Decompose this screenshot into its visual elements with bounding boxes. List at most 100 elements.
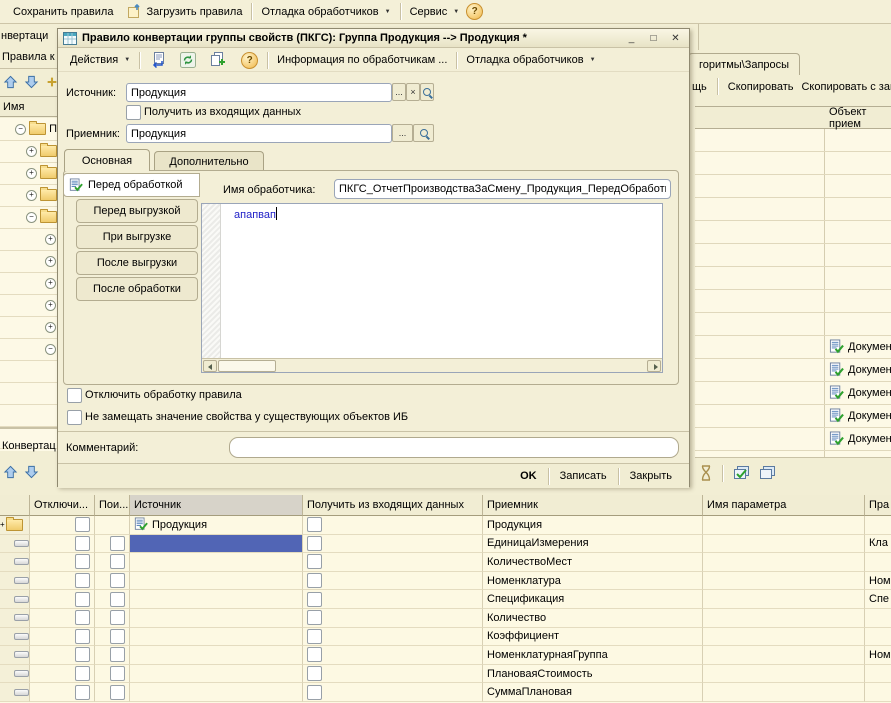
source-cell[interactable]	[130, 646, 303, 665]
debug-handlers-menu[interactable]: Отладка обработчиков ▼	[254, 1, 397, 23]
disable-rule-checkbox[interactable]	[67, 388, 82, 403]
table-row[interactable]	[695, 267, 891, 290]
table-row[interactable]	[695, 198, 891, 221]
expand-icon[interactable]: +	[26, 168, 37, 179]
rule-cell[interactable]: Кла	[865, 535, 891, 554]
receiver-cell[interactable]: Продукция	[483, 516, 703, 535]
event-tab-before-processing[interactable]: Перед обработкой	[63, 173, 200, 197]
move-down-icon[interactable]	[24, 74, 39, 90]
event-tab-before-unload[interactable]: Перед выгрузкой	[76, 199, 198, 223]
rule-cell[interactable]: Ном	[865, 572, 891, 591]
dialog-help-button[interactable]: ?	[234, 49, 265, 71]
collapse-icon[interactable]: −	[45, 344, 56, 355]
copy-checked-windows-icon[interactable]	[733, 465, 751, 481]
incoming-cell[interactable]	[303, 572, 483, 591]
search-checkbox[interactable]	[110, 629, 125, 644]
param-cell[interactable]	[703, 628, 865, 647]
search-checkbox[interactable]	[110, 536, 125, 551]
expand-icon[interactable]: +	[45, 300, 56, 311]
incoming-cell[interactable]	[303, 683, 483, 702]
receiver-cell[interactable]: ЕдиницаИзмерения	[483, 535, 703, 554]
dialog-title-bar[interactable]: Правило конвертации группы свойств (ПКГС…	[58, 29, 689, 48]
ok-button[interactable]: OK	[511, 466, 546, 486]
source-cell[interactable]	[130, 665, 303, 684]
receiver-object-column-header[interactable]: Объект прием	[695, 107, 891, 129]
receiver-cell[interactable]: СуммаПлановая	[483, 683, 703, 702]
disable-checkbox[interactable]	[75, 610, 90, 625]
incoming-checkbox[interactable]	[307, 647, 322, 662]
disable-cell[interactable]	[30, 590, 95, 609]
tree-cell[interactable]	[0, 590, 30, 609]
rule-column-header[interactable]: Пра	[865, 495, 891, 516]
table-row[interactable]: Коэффициент	[0, 628, 891, 647]
incoming-cell[interactable]	[303, 516, 483, 535]
table-row[interactable]	[695, 152, 891, 175]
incoming-checkbox[interactable]	[307, 517, 322, 532]
tree-row[interactable]: +	[0, 162, 57, 185]
disable-checkbox[interactable]	[75, 685, 90, 700]
table-row[interactable]: Документ	[695, 336, 891, 359]
search-checkbox[interactable]	[110, 573, 125, 588]
hourglass-icon[interactable]	[700, 464, 712, 482]
search-cell[interactable]	[95, 590, 130, 609]
rule-cell[interactable]	[865, 609, 891, 628]
incoming-cell[interactable]	[303, 609, 483, 628]
rule-cell[interactable]	[865, 516, 891, 535]
rule-cell[interactable]	[865, 683, 891, 702]
tree-row[interactable]: +	[0, 140, 57, 163]
param-cell[interactable]	[703, 683, 865, 702]
receiver-cell[interactable]: Коэффициент	[483, 628, 703, 647]
disable-checkbox[interactable]	[75, 554, 90, 569]
param-cell[interactable]	[703, 572, 865, 591]
tree-cell[interactable]	[0, 646, 30, 665]
table-row[interactable]: ПлановаяСтоимость	[0, 665, 891, 684]
source-column-header[interactable]: Источник	[130, 495, 303, 516]
tree-cell[interactable]	[0, 535, 30, 554]
table-row[interactable]: КоличествоМест	[0, 553, 891, 572]
param-cell[interactable]	[703, 646, 865, 665]
expand-icon[interactable]: +	[45, 234, 56, 245]
table-row-group[interactable]: + Продукция Продукция	[0, 516, 891, 535]
panel-splitter[interactable]	[0, 427, 57, 429]
tab-algorithms-queries[interactable]: горитмы\Запросы	[688, 53, 800, 75]
table-row[interactable]: ЕдиницаИзмерения Кла	[0, 535, 891, 554]
tree-cell[interactable]	[0, 553, 30, 572]
receiver-cell[interactable]: НоменклатурнаяГруппа	[483, 646, 703, 665]
disable-checkbox[interactable]	[75, 666, 90, 681]
table-row[interactable]: Документ	[695, 428, 891, 451]
disable-cell[interactable]	[30, 683, 95, 702]
disable-cell[interactable]	[30, 516, 95, 535]
disable-checkbox[interactable]	[75, 573, 90, 588]
expand-icon[interactable]: +	[45, 322, 56, 333]
search-cell[interactable]	[95, 628, 130, 647]
service-menu[interactable]: Сервис ▼	[403, 1, 467, 23]
move-up-icon[interactable]	[3, 464, 18, 480]
search-column-header[interactable]: Пои...	[95, 495, 130, 516]
incoming-column-header[interactable]: Получить из входящих данных	[303, 495, 483, 516]
receiver-select-button[interactable]: ...	[392, 124, 413, 142]
disable-column-header[interactable]: Отключи...	[30, 495, 95, 516]
handlers-info-button[interactable]: Информация по обработчикам ...	[270, 49, 454, 71]
receiver-input[interactable]: Продукция	[126, 124, 392, 143]
table-row[interactable]	[695, 175, 891, 198]
incoming-cell[interactable]	[303, 646, 483, 665]
expand-icon[interactable]: +	[45, 278, 56, 289]
disable-cell[interactable]	[30, 628, 95, 647]
disable-cell[interactable]	[30, 553, 95, 572]
write-object-button[interactable]	[142, 49, 173, 71]
scroll-left-button[interactable]	[203, 360, 217, 372]
source-cell-selected[interactable]	[130, 535, 303, 554]
receiver-cell[interactable]: Номенклатура	[483, 572, 703, 591]
tree-row[interactable]: −	[0, 338, 57, 361]
param-cell[interactable]	[703, 516, 865, 535]
disable-cell[interactable]	[30, 572, 95, 591]
rule-cell[interactable]: Ном	[865, 646, 891, 665]
disable-checkbox[interactable]	[75, 647, 90, 662]
tree-cell[interactable]: +	[0, 516, 30, 535]
search-checkbox[interactable]	[110, 592, 125, 607]
incoming-cell[interactable]	[303, 665, 483, 684]
move-up-icon[interactable]	[3, 74, 18, 90]
source-cell[interactable]	[130, 590, 303, 609]
disable-checkbox[interactable]	[75, 629, 90, 644]
tree-row[interactable]: −	[0, 206, 57, 229]
